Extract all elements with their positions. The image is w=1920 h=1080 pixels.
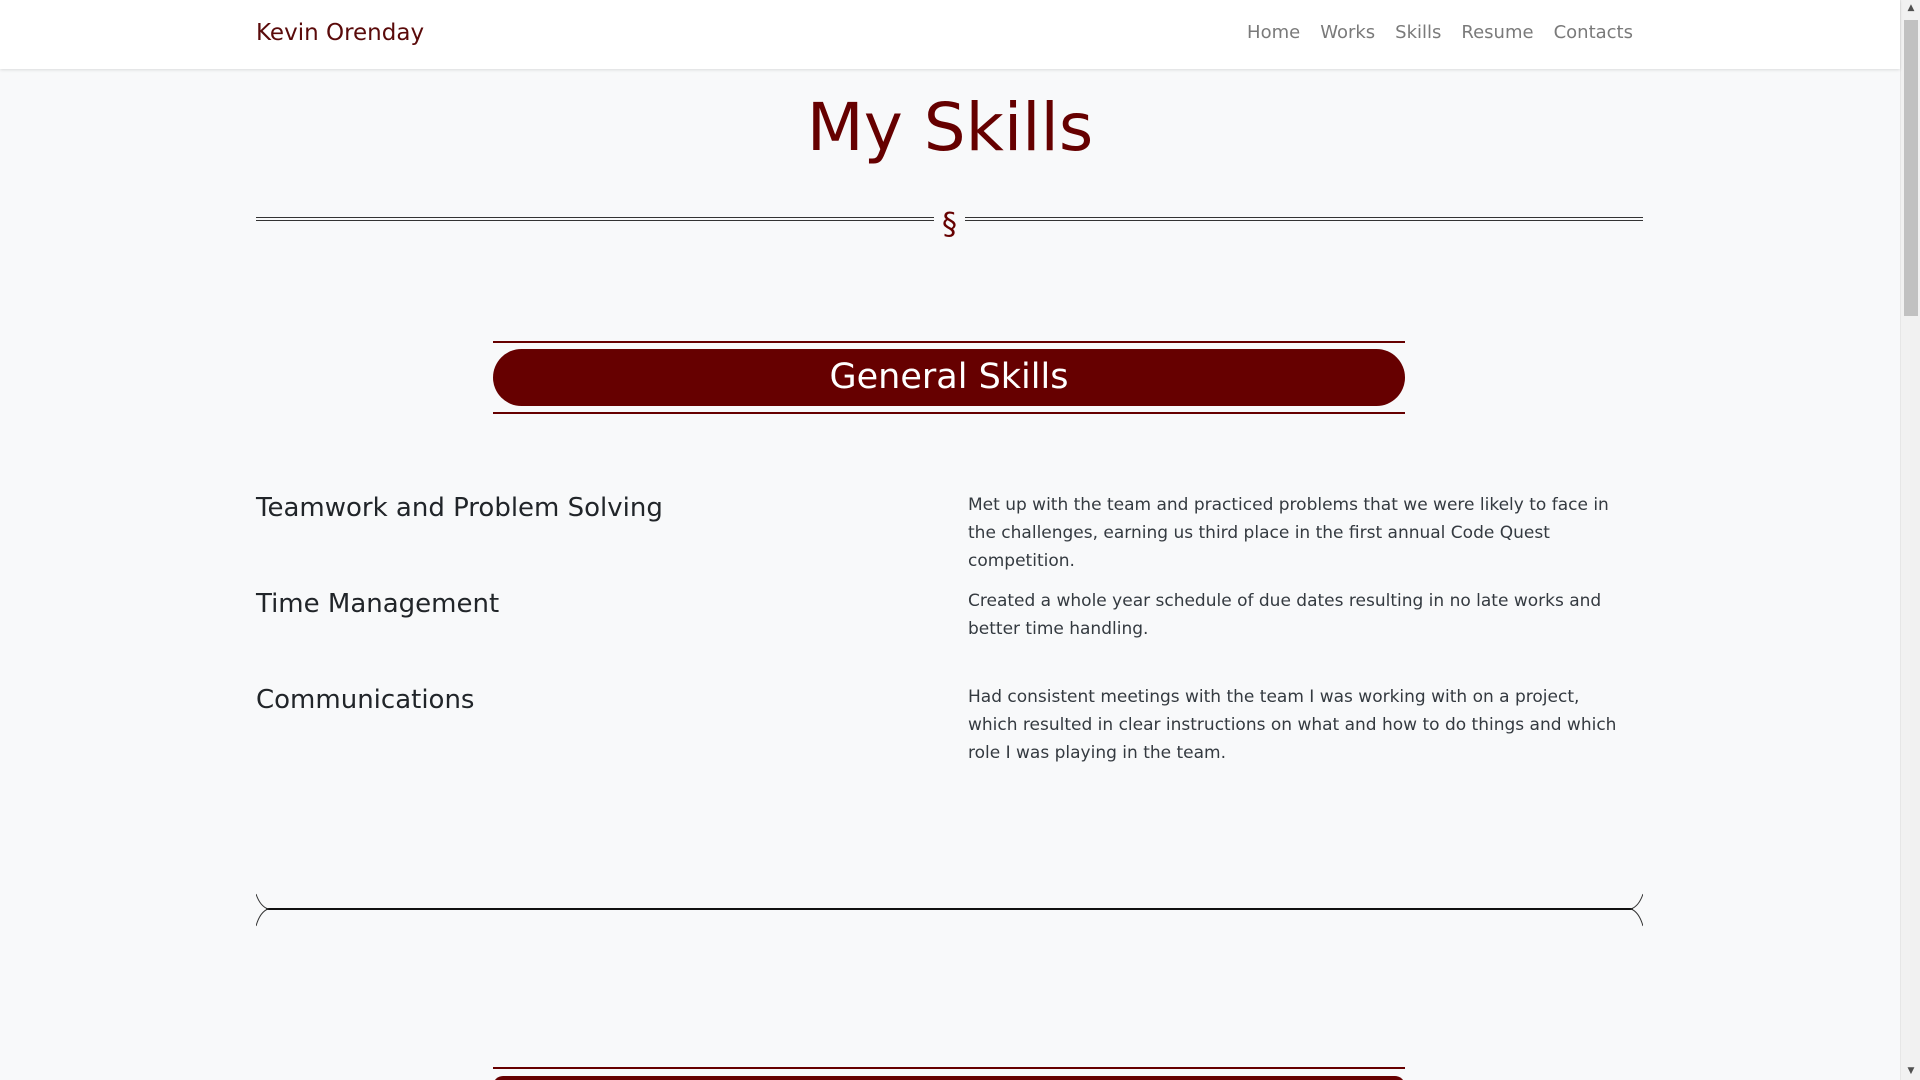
scroll-down-icon[interactable]: ▼: [1901, 1063, 1920, 1080]
skill-name: Teamwork and Problem Solving: [256, 493, 663, 523]
scroll-up-icon[interactable]: ▲: [1901, 0, 1920, 17]
skill-description: Created a whole year schedule of due dat…: [968, 591, 1602, 639]
divider-line-right: [965, 217, 1643, 221]
skill-description: Had consistent meetings with the team I …: [968, 687, 1617, 763]
section-symbol-icon: §: [942, 207, 957, 242]
nav-links: Home Works Skills Resume Contacts: [1247, 21, 1633, 45]
scroll-thumb[interactable]: [1904, 20, 1918, 316]
skill-description: Met up with the team and practiced probl…: [968, 495, 1609, 571]
banner-rule-top: [493, 341, 1405, 343]
skill-name: Communications: [256, 685, 475, 715]
next-banner-rule: [493, 1067, 1405, 1069]
next-section-banner: [493, 1076, 1405, 1080]
banner-rule-bottom: [493, 412, 1405, 414]
scrollbar[interactable]: ▲ ▼: [1900, 0, 1920, 1080]
page-title: My Skills: [806, 89, 1094, 166]
nav-link-resume[interactable]: Resume: [1461, 21, 1533, 45]
section-banner: General Skills: [493, 349, 1405, 406]
nav-link-contacts[interactable]: Contacts: [1554, 21, 1633, 45]
divider-line-left: [256, 217, 934, 221]
curved-divider: [256, 893, 1643, 927]
skill-name: Time Management: [256, 589, 500, 619]
brand-link[interactable]: Kevin Orenday: [256, 18, 424, 48]
navbar: Kevin Orenday Home Works Skills Resume C…: [0, 0, 1900, 69]
nav-link-works[interactable]: Works: [1320, 21, 1375, 45]
nav-link-skills[interactable]: Skills: [1395, 21, 1441, 45]
nav-link-home[interactable]: Home: [1247, 21, 1300, 45]
